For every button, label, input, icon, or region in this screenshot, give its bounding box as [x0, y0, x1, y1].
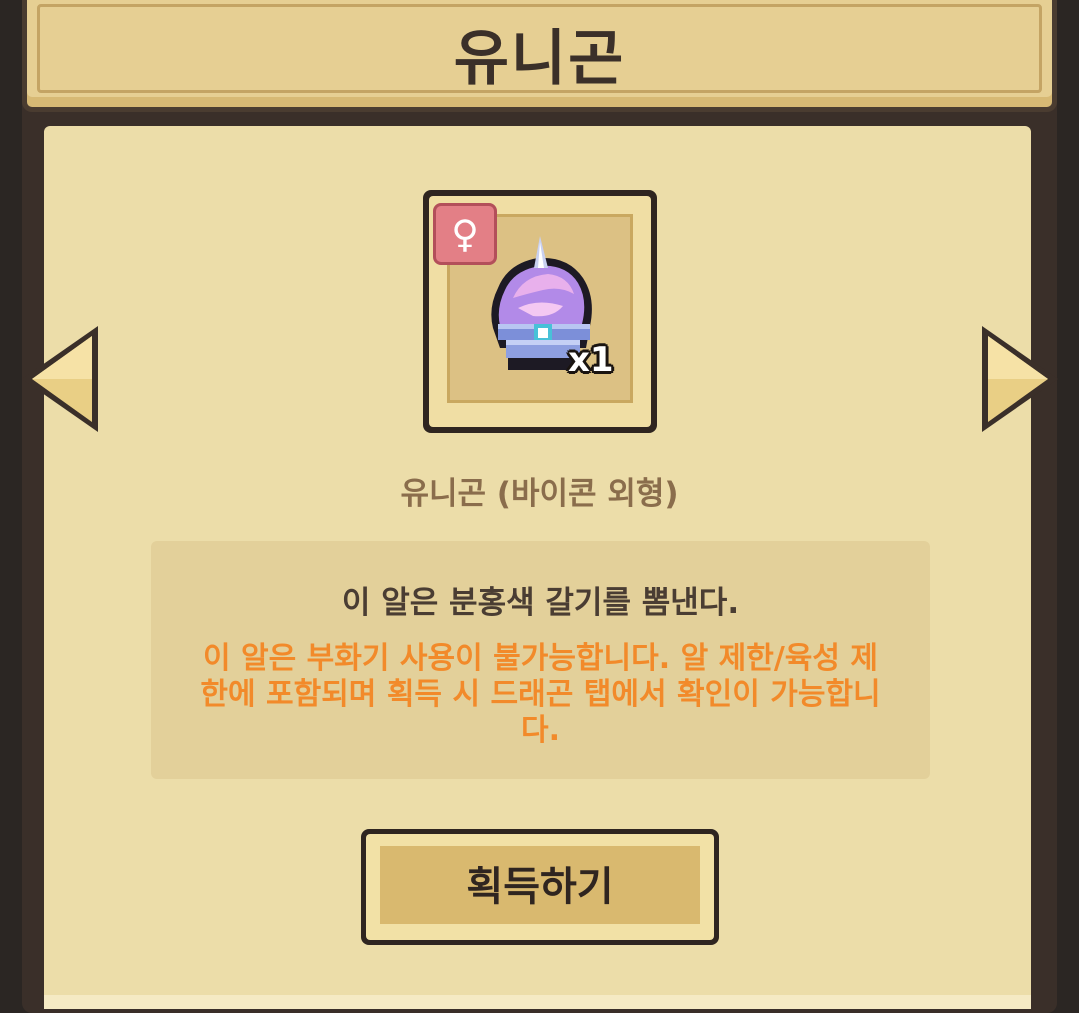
obtain-button-label: 획득하기: [466, 864, 614, 910]
female-icon: ♀: [433, 203, 497, 265]
right-arrow-icon[interactable]: [980, 322, 1062, 436]
page-title: 유니곤: [453, 24, 626, 94]
popup-header: 유니곤: [22, 0, 1057, 112]
item-quantity: x1: [568, 340, 614, 380]
item-name: 유니곤 (바이콘 외형): [400, 476, 679, 512]
left-arrow-icon[interactable]: [18, 322, 100, 436]
paper-edge: [44, 995, 1031, 1009]
description-box: 이 알은 분홍색 갈기를 뽐낸다. 이 알은 부화기 사용이 불가능합니다. 알…: [151, 541, 930, 779]
obtain-button[interactable]: 획득하기: [361, 829, 719, 945]
description-note: 이 알은 부화기 사용이 불가능합니다. 알 제한/육성 제한에 포함되며 획득…: [200, 641, 881, 748]
description-main: 이 알은 분홍색 갈기를 뽐낸다.: [341, 585, 740, 621]
